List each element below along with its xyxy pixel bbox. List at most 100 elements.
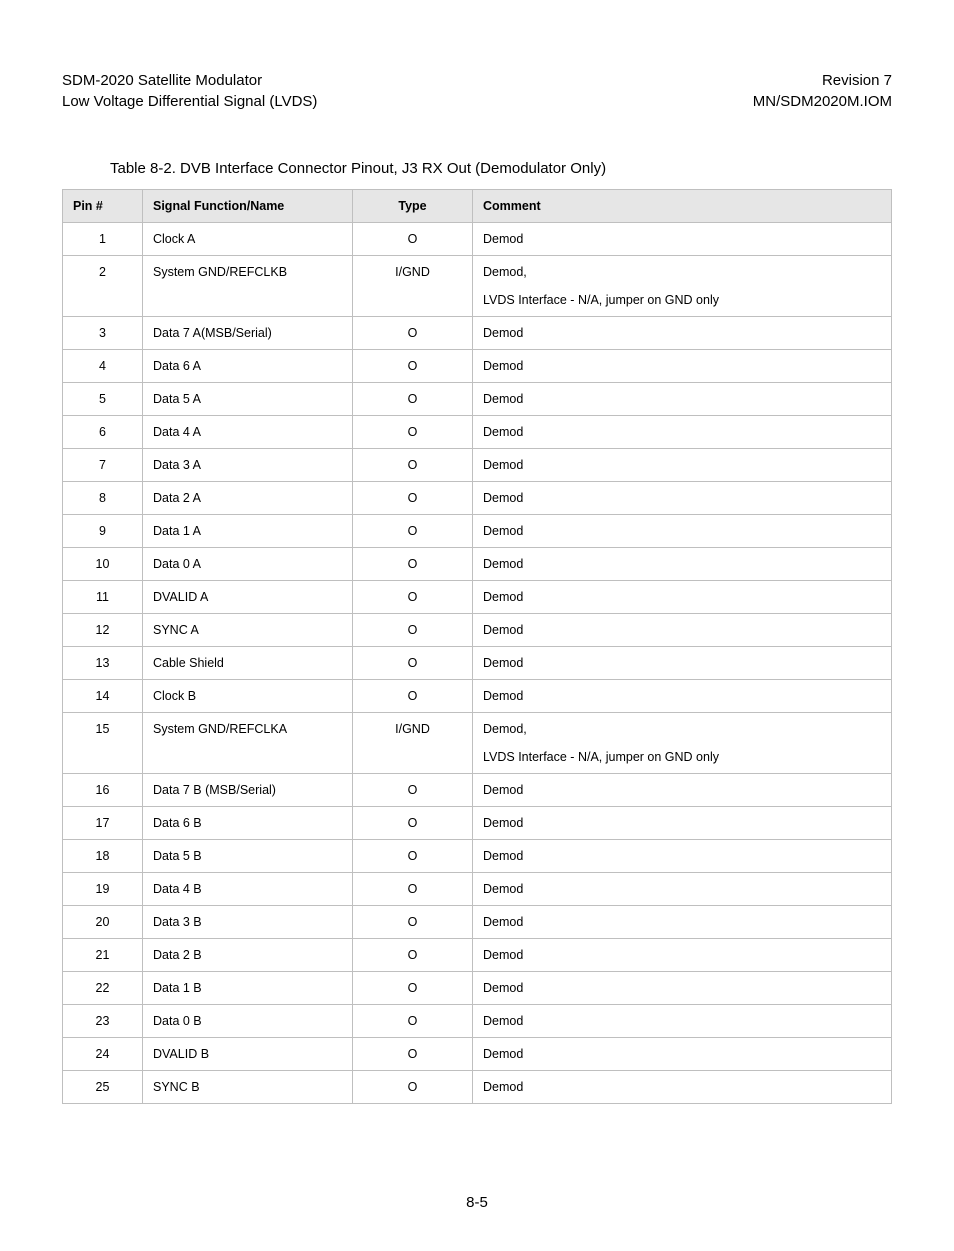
table-row: 22Data 1 BODemod (63, 972, 892, 1005)
cell-signal: Clock A (143, 223, 353, 256)
cell-signal: Data 6 B (143, 807, 353, 840)
page-number: 8-5 (62, 1194, 892, 1211)
cell-type: O (353, 614, 473, 647)
cell-comment: Demod (473, 1005, 892, 1038)
header-docnum: MN/SDM2020M.IOM (753, 91, 892, 112)
comment-line: Demod (483, 524, 881, 538)
cell-type: O (353, 548, 473, 581)
cell-pin: 23 (63, 1005, 143, 1038)
cell-type: O (353, 1071, 473, 1104)
cell-comment: Demod (473, 482, 892, 515)
cell-comment: Demod (473, 416, 892, 449)
comment-line: Demod (483, 458, 881, 472)
cell-signal: System GND/REFCLKB (143, 256, 353, 317)
cell-type: I/GND (353, 713, 473, 774)
table-row: 4Data 6 AODemod (63, 350, 892, 383)
table-row: 23Data 0 BODemod (63, 1005, 892, 1038)
cell-comment: Demod (473, 873, 892, 906)
cell-pin: 8 (63, 482, 143, 515)
cell-signal: Data 7 A(MSB/Serial) (143, 317, 353, 350)
cell-pin: 20 (63, 906, 143, 939)
comment-line: Demod (483, 915, 881, 929)
cell-type: O (353, 939, 473, 972)
cell-comment: Demod (473, 807, 892, 840)
cell-comment: Demod (473, 223, 892, 256)
comment-line: Demod (483, 849, 881, 863)
header-subtitle: Low Voltage Differential Signal (LVDS) (62, 91, 317, 112)
table-row: 12SYNC AODemod (63, 614, 892, 647)
col-comment: Comment (473, 190, 892, 223)
cell-signal: Clock B (143, 680, 353, 713)
table-row: 16Data 7 B (MSB/Serial)ODemod (63, 774, 892, 807)
cell-comment: Demod (473, 647, 892, 680)
cell-comment: Demod (473, 680, 892, 713)
cell-pin: 1 (63, 223, 143, 256)
cell-signal: Data 0 B (143, 1005, 353, 1038)
table-header-row: Pin # Signal Function/Name Type Comment (63, 190, 892, 223)
cell-comment: Demod (473, 1038, 892, 1071)
cell-signal: Data 3 A (143, 449, 353, 482)
table-row: 1Clock AO Demod (63, 223, 892, 256)
table-body: 1Clock AODemod2System GND/REFCLKBI/GNDDe… (63, 223, 892, 1104)
cell-signal: Data 1 A (143, 515, 353, 548)
cell-comment: Demod, LVDS Interface - N/A, jumper on GN… (473, 256, 892, 317)
cell-type: O (353, 1038, 473, 1071)
table-row: 8Data 2 AO Demod (63, 482, 892, 515)
cell-type: O (353, 223, 473, 256)
cell-signal: Cable Shield (143, 647, 353, 680)
comment-line: Demod (483, 1014, 881, 1028)
cell-comment: Demod (473, 614, 892, 647)
cell-comment: Demod,LVDS Interface - N/A, jumper on GN… (473, 713, 892, 774)
comment-line: Demod, (483, 265, 881, 279)
cell-pin: 5 (63, 383, 143, 416)
cell-comment: Demod (473, 383, 892, 416)
cell-pin: 17 (63, 807, 143, 840)
cell-type: O (353, 317, 473, 350)
cell-pin: 16 (63, 774, 143, 807)
comment-line: Demod (483, 656, 881, 670)
cell-comment: Demod (473, 449, 892, 482)
cell-comment: Demod (473, 906, 892, 939)
cell-comment: Demod (473, 972, 892, 1005)
cell-pin: 4 (63, 350, 143, 383)
cell-type: O (353, 680, 473, 713)
comment-line: Demod, (483, 722, 881, 736)
cell-type: O (353, 873, 473, 906)
cell-comment: Demod (473, 317, 892, 350)
cell-signal: Data 0 A (143, 548, 353, 581)
cell-signal: DVALID B (143, 1038, 353, 1071)
cell-comment: Demod (473, 840, 892, 873)
cell-type: O (353, 906, 473, 939)
cell-signal: Data 5 B (143, 840, 353, 873)
cell-type: I/GND (353, 256, 473, 317)
table-row: 11DVALID AODemod (63, 581, 892, 614)
comment-line: Demod (483, 232, 881, 246)
table-row: 9Data 1 AODemod (63, 515, 892, 548)
cell-comment: Demod (473, 515, 892, 548)
cell-pin: 3 (63, 317, 143, 350)
cell-type: O (353, 482, 473, 515)
cell-pin: 2 (63, 256, 143, 317)
table-row: 20Data 3 BODemod (63, 906, 892, 939)
comment-line: Demod (483, 783, 881, 797)
cell-signal: System GND/REFCLKA (143, 713, 353, 774)
comment-line: Demod (483, 359, 881, 373)
cell-pin: 9 (63, 515, 143, 548)
comment-line: Demod (483, 491, 881, 505)
table-row: 21Data 2 BODemod (63, 939, 892, 972)
cell-pin: 22 (63, 972, 143, 1005)
table-caption: Table 8-2. DVB Interface Connector Pinou… (110, 160, 892, 177)
table-row: 6Data 4 AODemod (63, 416, 892, 449)
cell-signal: Data 2 A (143, 482, 353, 515)
cell-signal: Data 4 B (143, 873, 353, 906)
cell-pin: 12 (63, 614, 143, 647)
table-row: 13Cable ShieldODemod (63, 647, 892, 680)
comment-line: Demod (483, 590, 881, 604)
comment-line: LVDS Interface - N/A, jumper on GND only (483, 293, 881, 307)
header-product: SDM-2020 Satellite Modulator (62, 70, 317, 91)
cell-pin: 11 (63, 581, 143, 614)
cell-pin: 10 (63, 548, 143, 581)
cell-pin: 21 (63, 939, 143, 972)
cell-type: O (353, 972, 473, 1005)
cell-type: O (353, 807, 473, 840)
